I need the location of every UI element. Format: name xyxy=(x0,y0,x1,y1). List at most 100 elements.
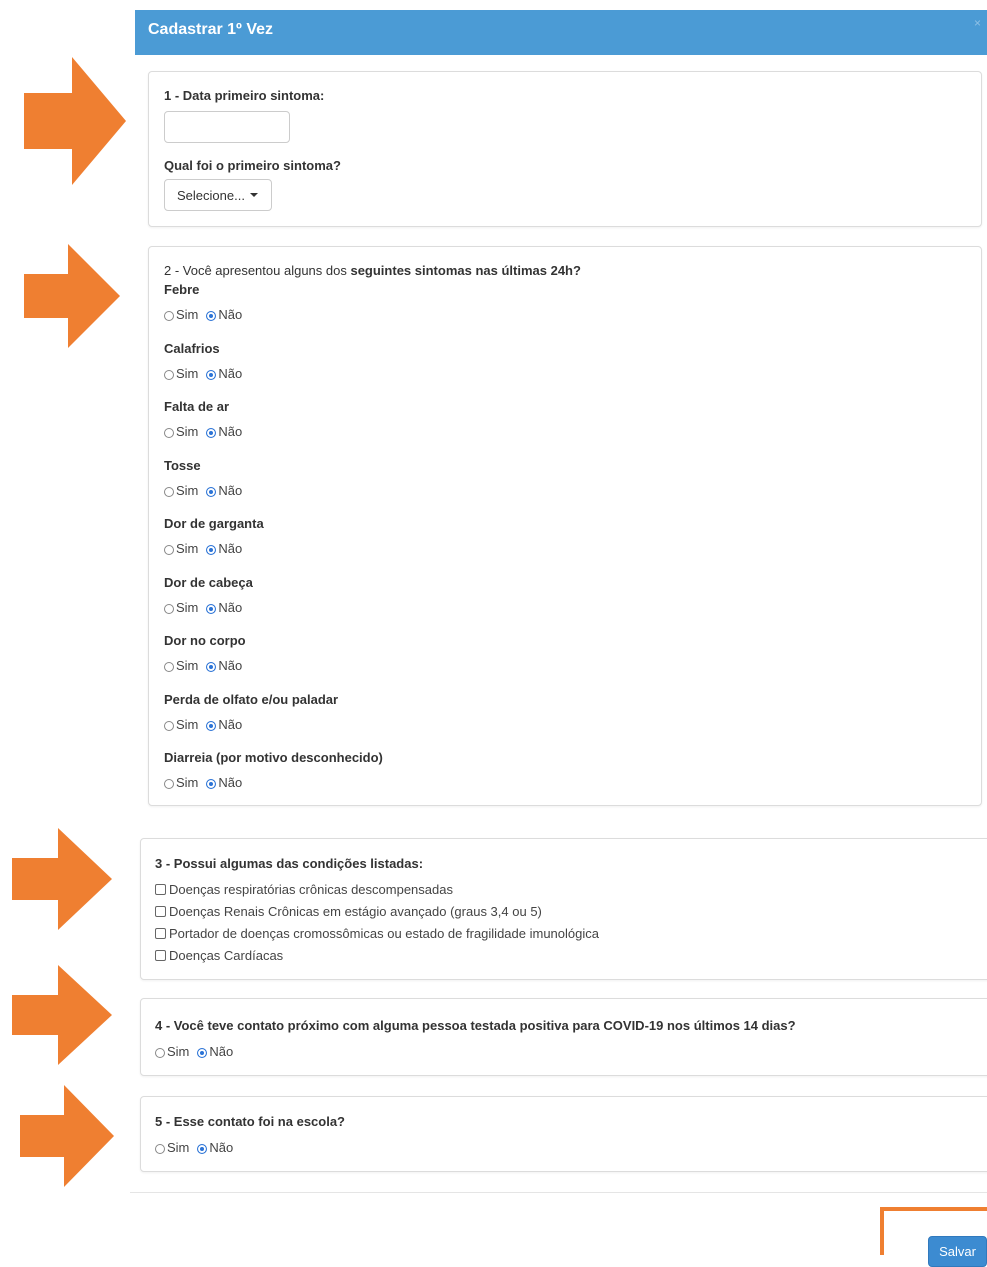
radio-yes[interactable] xyxy=(164,661,174,672)
condition-checkbox[interactable] xyxy=(155,906,166,917)
conditions-label: 3 - Possui algumas das condições listada… xyxy=(155,856,424,871)
radio-yes-label: Sim xyxy=(176,775,199,790)
radio-yes-label: Sim xyxy=(176,717,199,732)
condition-checkbox-row[interactable]: Doenças respiratórias crônicas descompen… xyxy=(155,882,453,897)
condition-label: Doenças Cardíacas xyxy=(169,948,284,963)
section-conditions: 3 - Possui algumas das condições listada… xyxy=(140,838,987,980)
close-contact-label: 4 - Você teve contato próximo com alguma… xyxy=(155,1018,796,1033)
radio-no-label: Não xyxy=(218,600,243,615)
symptom-radio-group: Sim Não xyxy=(164,424,250,439)
radio-yes-label: Sim xyxy=(176,658,199,673)
radio-yes-label: Sim xyxy=(167,1044,190,1059)
radio-no-label: Não xyxy=(218,366,243,381)
modal-title: Cadastrar 1º Vez xyxy=(148,21,274,38)
radio-no-label: Não xyxy=(218,307,243,322)
symptom-label: Diarreia (por motivo desconhecido) xyxy=(164,750,383,765)
symptom-label: Calafrios xyxy=(164,341,220,356)
footer-divider xyxy=(130,1192,987,1193)
symptom-label: Falta de ar xyxy=(164,399,230,414)
radio-no-label: Não xyxy=(209,1044,234,1059)
section-close-contact: 4 - Você teve contato próximo com alguma… xyxy=(140,998,987,1076)
orange-arrow-icon-4 xyxy=(12,965,112,1065)
condition-checkbox[interactable] xyxy=(155,884,166,895)
radio-yes[interactable] xyxy=(164,603,174,614)
condition-checkbox-row[interactable]: Doenças Renais Crônicas em estágio avanç… xyxy=(155,904,542,919)
radio-no-label: Não xyxy=(218,424,243,439)
symptom-label: Perda de olfato e/ou paladar xyxy=(164,692,339,707)
first-symptom-date-label: 1 - Data primeiro sintoma: xyxy=(164,88,325,103)
radio-no[interactable] xyxy=(206,661,217,672)
radio-yes[interactable] xyxy=(164,310,174,321)
symptom-label: Tosse xyxy=(164,458,201,473)
symptoms-intro-bold: seguintes sintomas nas últimas 24h? xyxy=(350,263,581,278)
symptom-radio-group: Sim Não xyxy=(164,307,250,322)
condition-checkbox[interactable] xyxy=(155,950,166,961)
radio-no[interactable] xyxy=(206,427,217,438)
radio-yes-label: Sim xyxy=(176,483,199,498)
radio-no[interactable] xyxy=(206,778,217,789)
symptom-label: Febre xyxy=(164,282,200,297)
symptoms-intro: 2 - Você apresentou alguns dos seguintes… xyxy=(164,263,581,278)
symptom-radio-group: Sim Não xyxy=(164,541,250,556)
symptom-radio-group: Sim Não xyxy=(164,366,250,381)
radio-no-label: Não xyxy=(218,483,243,498)
orange-arrow-icon-5 xyxy=(20,1085,114,1187)
radio-yes[interactable] xyxy=(164,369,174,380)
symptom-label: Dor de garganta xyxy=(164,516,264,531)
first-symptom-date-input[interactable] xyxy=(164,111,290,143)
condition-checkbox-row[interactable]: Doenças Cardíacas xyxy=(155,948,283,963)
close-icon[interactable]: × xyxy=(974,16,981,30)
radio-no[interactable] xyxy=(197,1143,208,1154)
radio-no[interactable] xyxy=(206,544,217,555)
radio-yes[interactable] xyxy=(164,778,174,789)
symptom-radio-group: Sim Não xyxy=(164,600,250,615)
radio-no-label: Não xyxy=(218,717,243,732)
save-button[interactable]: Salvar xyxy=(928,1236,987,1267)
condition-checkbox-row[interactable]: Portador de doenças cromossômicas ou est… xyxy=(155,926,599,941)
symptom-radio-group: Sim Não xyxy=(164,775,250,790)
radio-no[interactable] xyxy=(206,720,217,731)
radio-no[interactable] xyxy=(206,369,217,380)
radio-yes[interactable] xyxy=(155,1047,165,1058)
radio-no[interactable] xyxy=(206,486,217,497)
close-contact-radio-group: Sim Não xyxy=(155,1044,241,1059)
modal-header: Cadastrar 1º Vez × xyxy=(135,10,987,55)
radio-yes[interactable] xyxy=(164,486,174,497)
first-symptom-select-value: Selecione... xyxy=(177,187,245,203)
radio-no-label: Não xyxy=(218,775,243,790)
radio-yes-label: Sim xyxy=(176,366,199,381)
symptom-radio-group: Sim Não xyxy=(164,717,250,732)
radio-no-label: Não xyxy=(209,1140,234,1155)
symptom-radio-group: Sim Não xyxy=(164,658,250,673)
radio-yes-label: Sim xyxy=(176,424,199,439)
radio-yes[interactable] xyxy=(164,720,174,731)
radio-yes-label: Sim xyxy=(176,600,199,615)
first-symptom-select[interactable]: Selecione... xyxy=(164,179,272,211)
radio-yes[interactable] xyxy=(155,1143,165,1154)
orange-arrow-icon-2 xyxy=(24,244,120,348)
school-contact-label: 5 - Esse contato foi na escola? xyxy=(155,1114,345,1129)
condition-label: Portador de doenças cromossômicas ou est… xyxy=(169,926,599,941)
radio-no[interactable] xyxy=(206,603,217,614)
condition-checkbox[interactable] xyxy=(155,928,166,939)
caret-down-icon xyxy=(249,193,258,197)
symptom-radio-group: Sim Não xyxy=(164,483,250,498)
symptom-label: Dor de cabeça xyxy=(164,575,253,590)
radio-no[interactable] xyxy=(206,310,217,321)
section-school-contact: 5 - Esse contato foi na escola? Sim Não xyxy=(140,1096,987,1172)
radio-no-label: Não xyxy=(218,658,243,673)
orange-arrow-icon-3 xyxy=(12,828,112,930)
first-symptom-question: Qual foi o primeiro sintoma? xyxy=(164,158,341,173)
radio-no[interactable] xyxy=(197,1047,208,1058)
orange-arrow-icon-1 xyxy=(24,57,126,185)
symptoms-intro-normal: 2 - Você apresentou alguns dos xyxy=(164,263,351,278)
condition-label: Doenças respiratórias crônicas descompen… xyxy=(169,882,453,897)
radio-yes-label: Sim xyxy=(167,1140,190,1155)
radio-yes[interactable] xyxy=(164,427,174,438)
radio-yes-label: Sim xyxy=(176,307,199,322)
school-contact-radio-group: Sim Não xyxy=(155,1140,241,1155)
radio-yes[interactable] xyxy=(164,544,174,555)
section-first-symptom: 1 - Data primeiro sintoma: Qual foi o pr… xyxy=(148,71,982,227)
radio-yes-label: Sim xyxy=(176,541,199,556)
condition-label: Doenças Renais Crônicas em estágio avanç… xyxy=(169,904,542,919)
